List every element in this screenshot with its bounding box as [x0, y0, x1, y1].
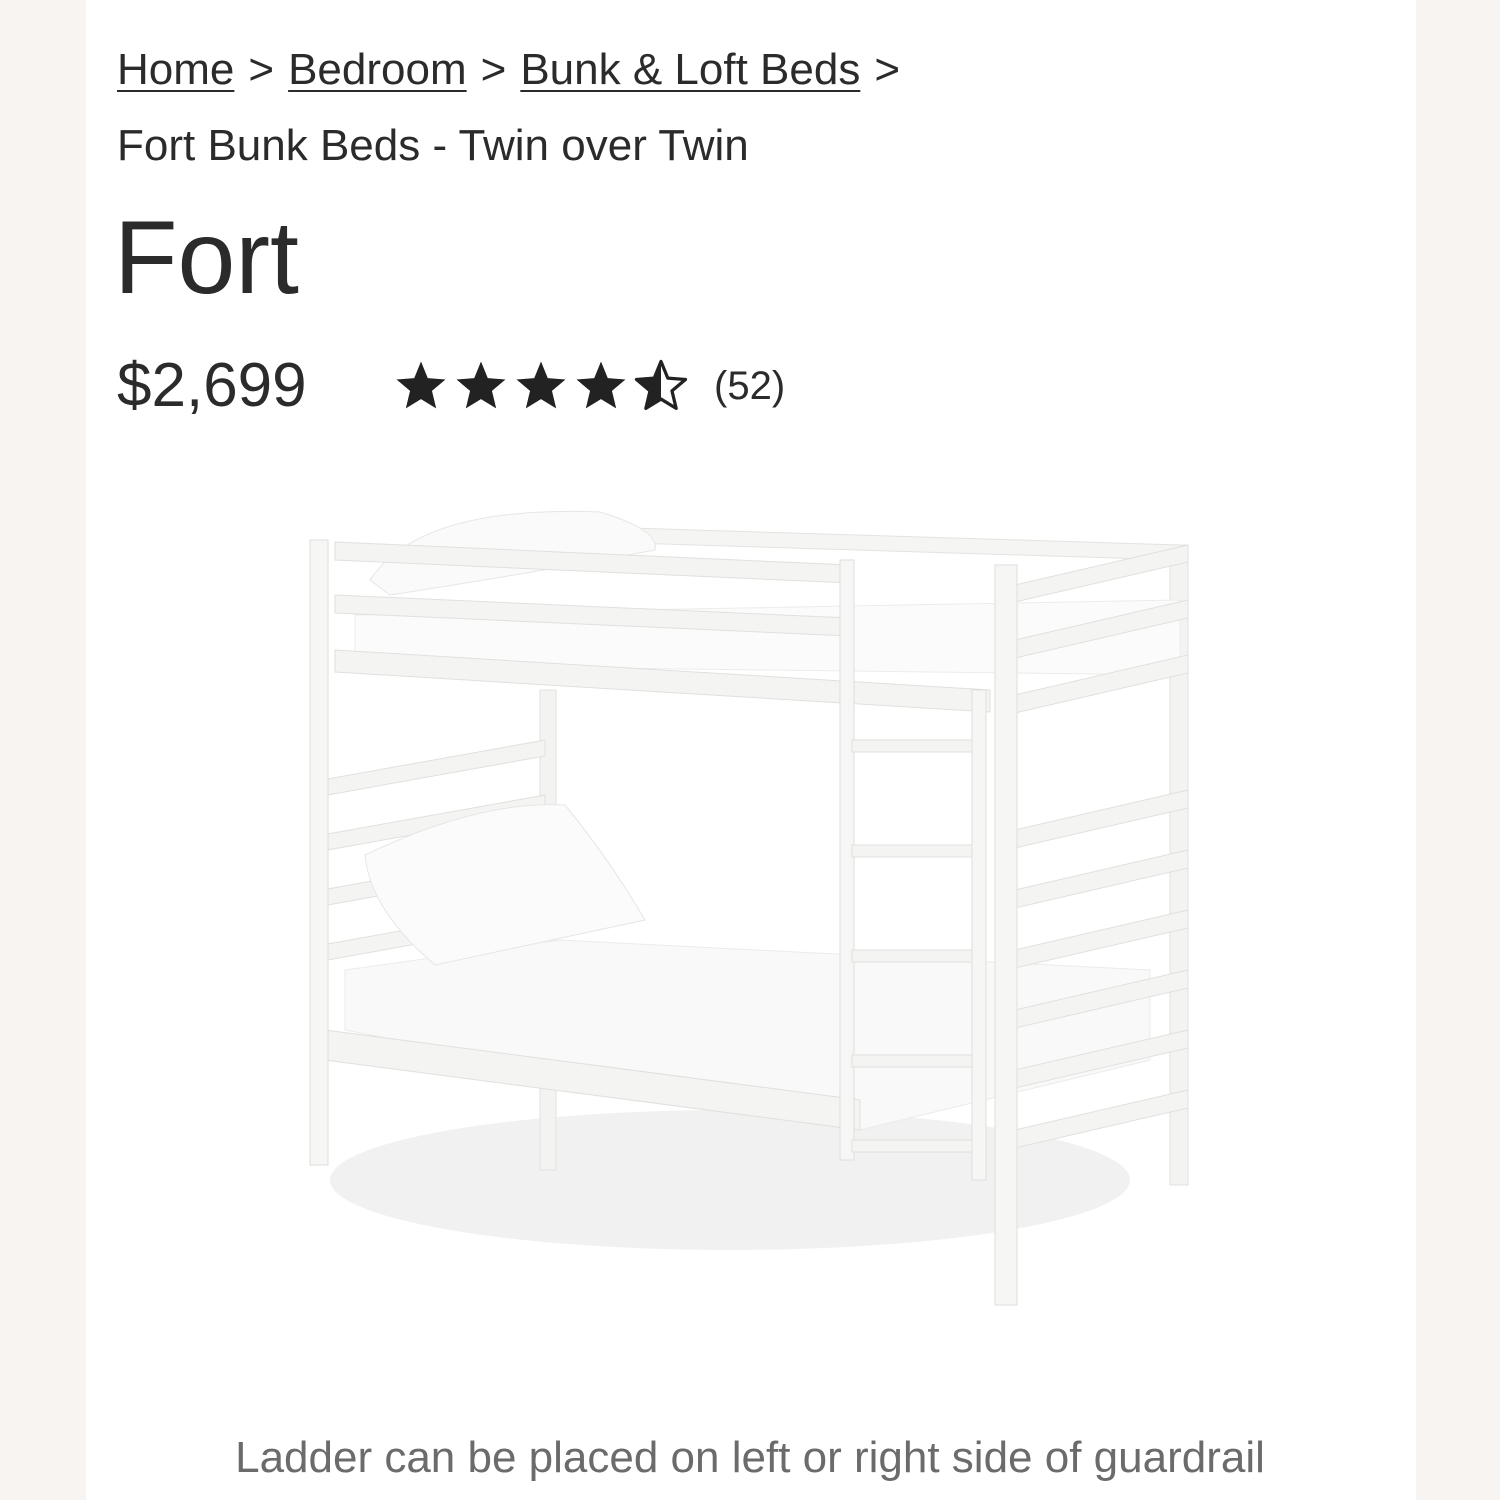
star-icon	[576, 361, 626, 409]
product-title: Fort	[114, 200, 299, 316]
breadcrumb-link-bunk-loft-beds[interactable]: Bunk & Loft Beds	[520, 45, 860, 94]
product-image[interactable]	[300, 500, 1200, 1320]
breadcrumb: Home > Bedroom > Bunk & Loft Beds >	[117, 42, 914, 98]
star-icon	[396, 361, 446, 409]
product-price: $2,699	[117, 351, 307, 420]
half-star-icon	[634, 359, 688, 411]
star-icon	[456, 361, 506, 409]
breadcrumb-current-page: Fort Bunk Beds - Twin over Twin	[117, 121, 749, 170]
review-count[interactable]: (52)	[714, 364, 785, 409]
image-caption: Ladder can be placed on left or right si…	[235, 1433, 1265, 1482]
breadcrumb-separator: >	[480, 45, 507, 94]
star-icon	[516, 361, 566, 409]
breadcrumb-separator: >	[248, 45, 275, 94]
breadcrumb-separator: >	[874, 45, 901, 94]
rating-stars[interactable]: (52)	[392, 356, 785, 416]
breadcrumb-link-home[interactable]: Home	[117, 45, 234, 94]
breadcrumb-link-bedroom[interactable]: Bedroom	[288, 45, 467, 94]
